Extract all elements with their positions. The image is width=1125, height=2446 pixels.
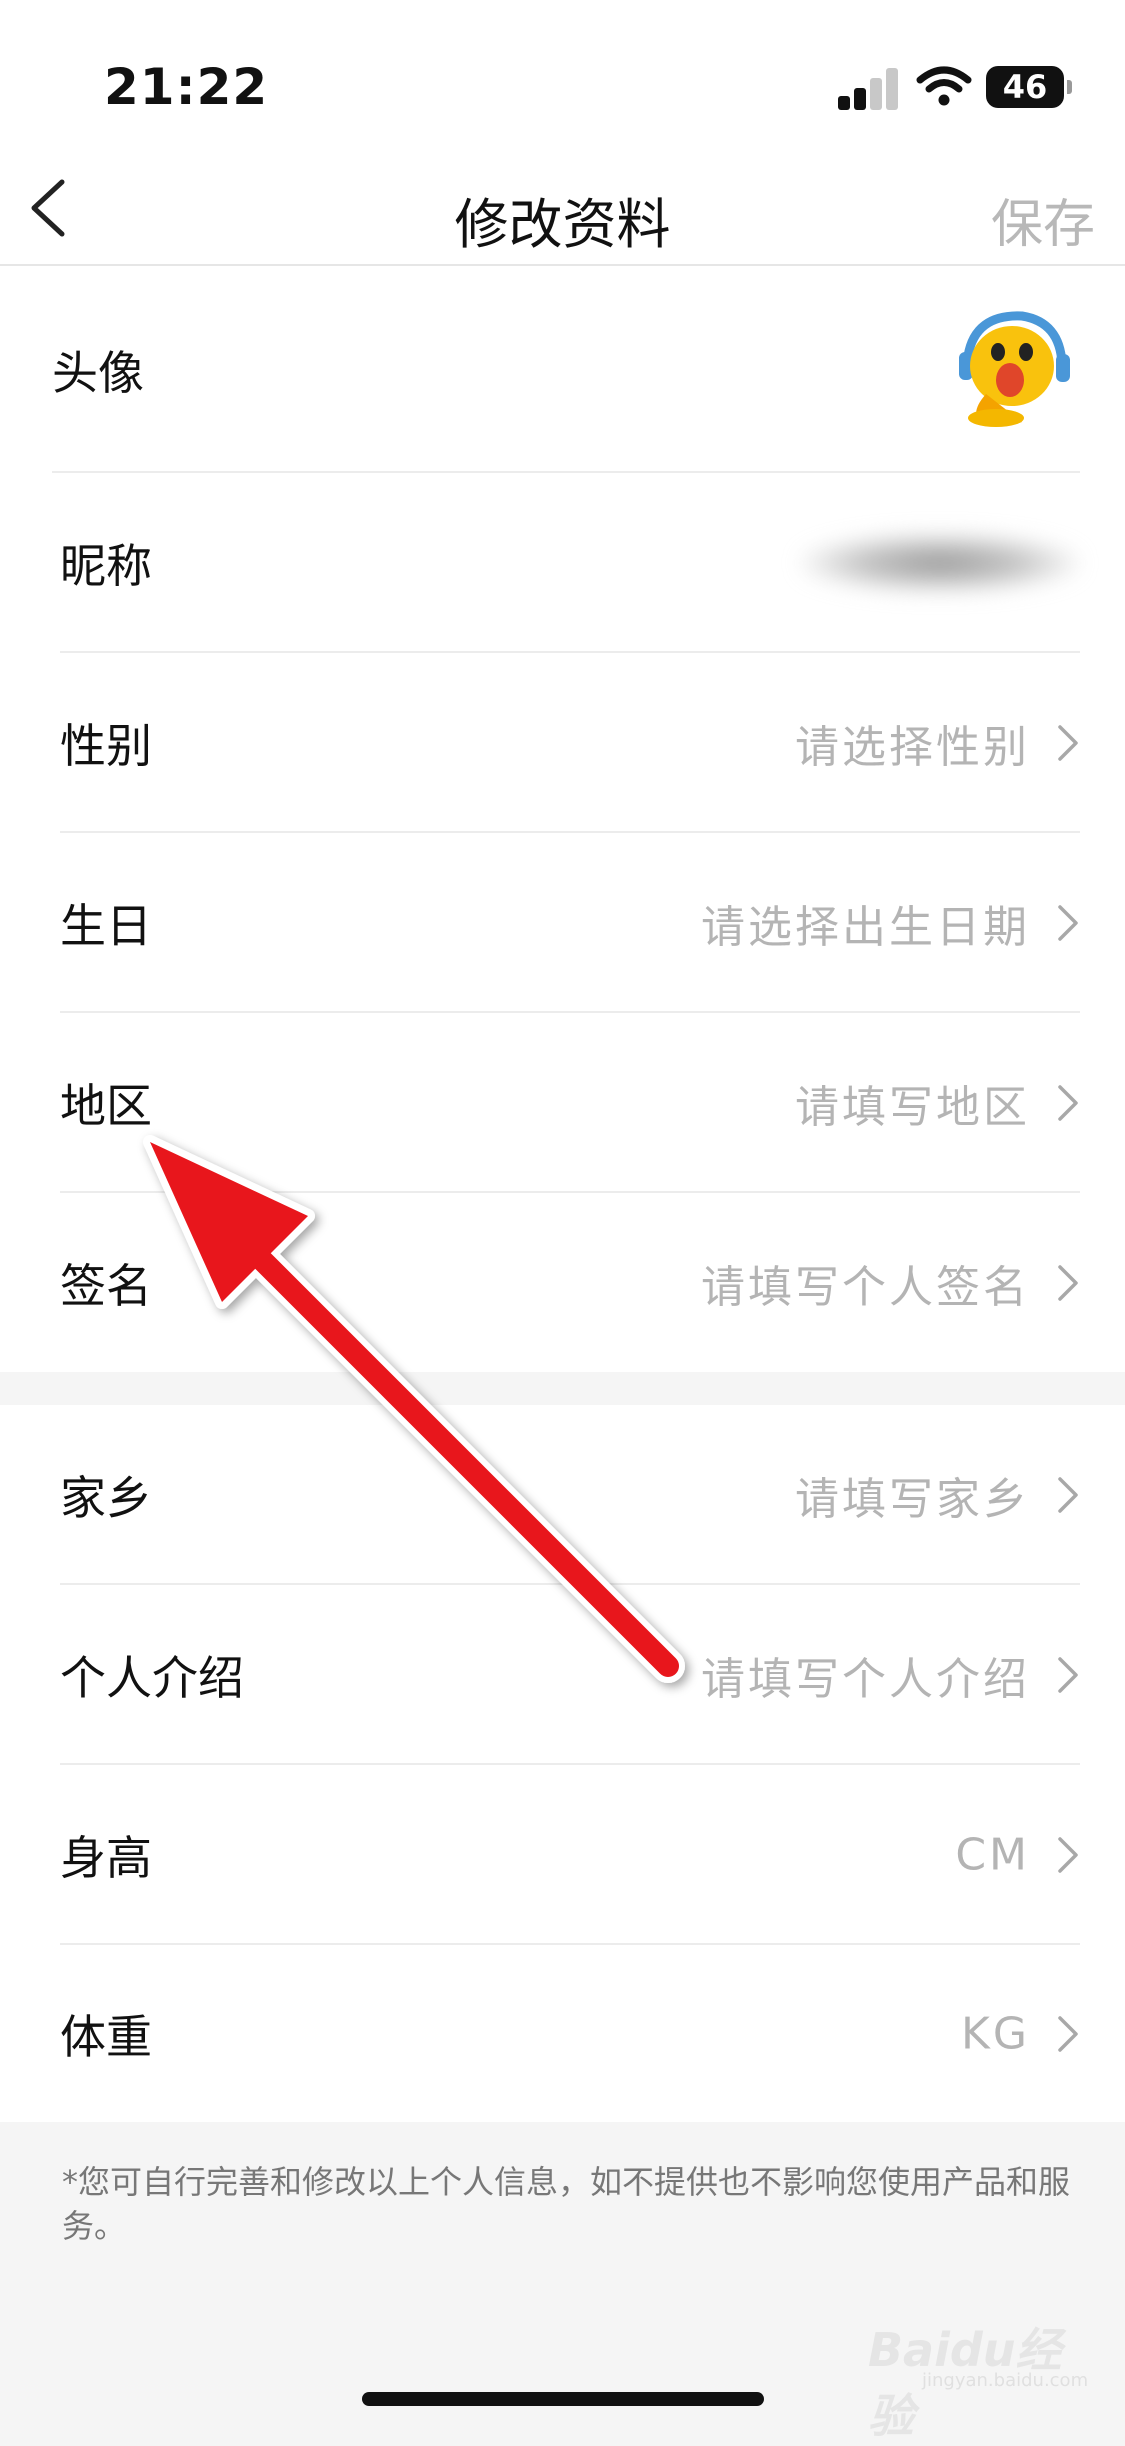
battery-icon: 46 <box>986 66 1072 108</box>
chevron-right-icon <box>1058 1837 1078 1873</box>
signal-icon <box>838 66 900 110</box>
chevron-right-icon <box>1058 725 1078 761</box>
save-button[interactable]: 保存 <box>991 182 1095 257</box>
introduction-row[interactable]: 个人介绍 请填写个人介绍 <box>60 1585 1080 1765</box>
signature-placeholder: 请填写个人签名 <box>701 1261 1030 1313</box>
height-row[interactable]: 身高 CM <box>60 1765 1080 1945</box>
weight-unit: KG <box>961 2008 1030 2059</box>
gender-row[interactable]: 性别 请选择性别 <box>60 653 1080 833</box>
region-row[interactable]: 地区 请填写地区 <box>60 1013 1080 1193</box>
nickname-value-blurred <box>800 533 1080 593</box>
status-time: 21:22 <box>104 58 269 116</box>
region-label: 地区 <box>60 1079 152 1133</box>
nickname-label: 昵称 <box>60 539 152 593</box>
profile-section: 头像 昵称 性别 请选择性别 生日 请选择出生日期 地区 请填写地区 签名 请填… <box>0 266 1125 1372</box>
avatar-label: 头像 <box>52 345 144 400</box>
status-bar: 21:22 46 <box>0 0 1125 150</box>
details-section: 家乡 请填写家乡 个人介绍 请填写个人介绍 身高 CM 体重 KG <box>0 1405 1125 2122</box>
wifi-icon <box>916 66 972 106</box>
chevron-right-icon <box>1058 1085 1078 1121</box>
chevron-right-icon <box>1058 905 1078 941</box>
height-unit: CM <box>955 1829 1030 1881</box>
gender-label: 性别 <box>60 719 152 773</box>
avatar-row[interactable]: 头像 <box>52 266 1080 473</box>
chevron-right-icon <box>1058 2015 1078 2052</box>
home-indicator[interactable] <box>362 2392 764 2406</box>
signature-label: 签名 <box>60 1258 152 1313</box>
birthday-label: 生日 <box>60 899 152 953</box>
hometown-row[interactable]: 家乡 请填写家乡 <box>60 1405 1080 1585</box>
region-placeholder: 请填写地区 <box>795 1082 1030 1133</box>
hometown-placeholder: 请填写家乡 <box>795 1474 1030 1525</box>
battery-level: 46 <box>1002 68 1048 106</box>
hometown-label: 家乡 <box>60 1471 152 1525</box>
chevron-right-icon <box>1058 1264 1078 1301</box>
birthday-row[interactable]: 生日 请选择出生日期 <box>60 833 1080 1013</box>
chevron-right-icon <box>1058 1657 1078 1693</box>
navigation-bar: 修改资料 保存 <box>0 150 1125 266</box>
chevron-right-icon <box>1058 1477 1078 1513</box>
introduction-label: 个人介绍 <box>60 1651 244 1705</box>
weight-label: 体重 <box>60 2009 152 2064</box>
weight-row[interactable]: 体重 KG <box>60 1945 1080 2122</box>
baidu-watermark: Baidu经验 jingyan.baidu.com <box>860 2310 1090 2443</box>
nickname-row[interactable]: 昵称 <box>60 473 1080 653</box>
height-label: 身高 <box>60 1831 152 1885</box>
avatar[interactable] <box>930 294 1080 444</box>
birthday-placeholder: 请选择出生日期 <box>701 902 1030 953</box>
privacy-footnote: *您可自行完善和修改以上个人信息，如不提供也不影响您使用产品和服务。 <box>62 2163 1071 2245</box>
watermark-url: jingyan.baidu.com <box>922 2370 1089 2391</box>
page-title: 修改资料 <box>454 193 671 256</box>
signature-row[interactable]: 签名 请填写个人签名 <box>60 1193 1080 1372</box>
gender-placeholder: 请选择性别 <box>795 722 1030 773</box>
introduction-placeholder: 请填写个人介绍 <box>701 1654 1030 1705</box>
